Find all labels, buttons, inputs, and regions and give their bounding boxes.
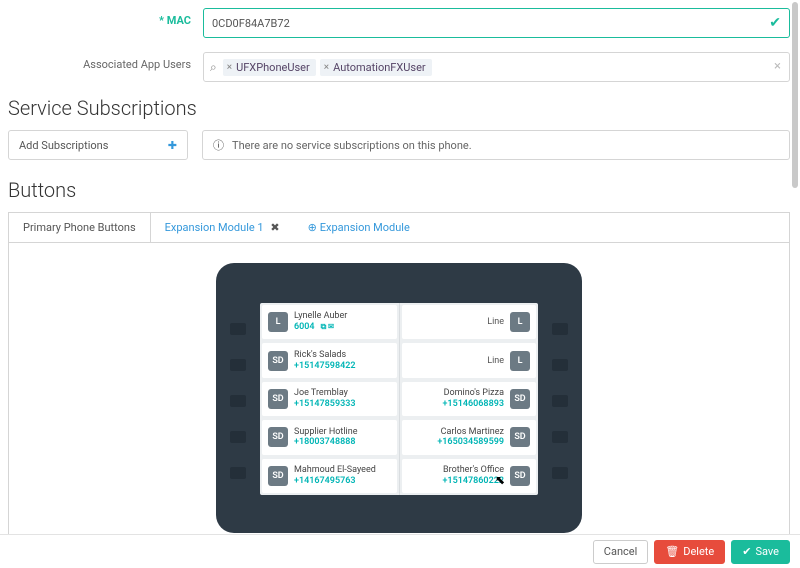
add-subscriptions-button[interactable]: Add Subscriptions ✚ bbox=[8, 130, 188, 160]
line-type-badge: SD bbox=[510, 389, 530, 409]
scrollbar[interactable] bbox=[792, 2, 798, 188]
buttons-tabs: Primary Phone Buttons Expansion Module 1… bbox=[8, 212, 790, 242]
check-icon: ✔ bbox=[769, 15, 781, 31]
phone-button-slot[interactable]: SDJoe Tremblay+15147859333 bbox=[262, 382, 397, 416]
mac-input[interactable] bbox=[212, 17, 759, 30]
tab-primary-buttons[interactable]: Primary Phone Buttons bbox=[9, 213, 151, 242]
plus-circle-icon: ⊕ bbox=[308, 221, 317, 234]
phone-button-slot[interactable]: SDRick's Salads+15147598422 bbox=[262, 343, 397, 377]
phone-hw-button bbox=[230, 395, 246, 407]
tab-add-expansion-module[interactable]: ⊕Expansion Module bbox=[294, 213, 424, 242]
phone-button-slot[interactable]: SDMahmoud El-Sayeed+14167495763 bbox=[262, 459, 397, 493]
user-chip[interactable]: ×UFXPhoneUser bbox=[223, 59, 316, 76]
service-subscriptions-heading: Service Subscriptions bbox=[8, 96, 790, 120]
remove-chip-icon[interactable]: × bbox=[227, 62, 232, 73]
phone-hw-button bbox=[552, 323, 568, 335]
plus-icon: ✚ bbox=[168, 139, 177, 152]
phone-hw-button bbox=[552, 359, 568, 371]
line-type-badge: SD bbox=[510, 427, 530, 447]
phone-hw-button bbox=[230, 431, 246, 443]
check-icon: ✔ bbox=[742, 545, 751, 558]
phone-hw-button bbox=[230, 359, 246, 371]
phone-button-slot[interactable]: Domino's Pizza+15146068893SD bbox=[402, 382, 537, 416]
buttons-heading: Buttons bbox=[8, 178, 790, 202]
mac-label: MAC bbox=[167, 14, 191, 27]
phone-hw-button bbox=[552, 467, 568, 479]
phone-button-slot[interactable]: LLynelle Auber6004 ⧉ ✉ bbox=[262, 305, 397, 339]
cancel-button[interactable]: Cancel bbox=[593, 540, 648, 564]
line-type-badge: SD bbox=[268, 427, 288, 447]
phone-button-slot[interactable]: LineL bbox=[402, 343, 537, 377]
phone-button-slot[interactable]: LineL bbox=[402, 305, 537, 339]
footer-bar: Cancel 🗑Delete ✔Save bbox=[0, 534, 800, 568]
phone-preview: LLynelle Auber6004 ⧉ ✉ SDRick's Salads+15… bbox=[216, 263, 582, 533]
clear-all-icon[interactable]: × bbox=[774, 59, 781, 74]
close-icon[interactable]: ✖ bbox=[268, 221, 280, 234]
trash-icon: 🗑 bbox=[665, 545, 679, 558]
line-type-badge: L bbox=[268, 312, 288, 332]
phone-hw-button bbox=[552, 395, 568, 407]
phone-button-slot[interactable]: Carlos Martinez+165034589599SD bbox=[402, 420, 537, 454]
line-type-badge: SD bbox=[268, 466, 288, 486]
search-icon: ⌕ bbox=[210, 60, 217, 75]
delete-button[interactable]: 🗑Delete bbox=[654, 540, 725, 564]
remove-chip-icon[interactable]: × bbox=[324, 62, 329, 73]
phone-button-slot[interactable]: SDSupplier Hotline+18003748888 bbox=[262, 420, 397, 454]
tab-expansion-module-1[interactable]: Expansion Module 1 ✖ bbox=[151, 213, 294, 242]
line-type-badge: SD bbox=[268, 351, 288, 371]
line-type-badge: SD bbox=[510, 466, 530, 486]
line-type-badge: L bbox=[510, 312, 530, 332]
assoc-users-field[interactable]: ⌕ ×UFXPhoneUser ×AutomationFXUser × bbox=[203, 52, 790, 82]
info-icon: ⓘ bbox=[213, 137, 224, 153]
phone-hw-button bbox=[552, 431, 568, 443]
assoc-users-label: Associated App Users bbox=[8, 52, 203, 71]
phone-hw-button bbox=[230, 467, 246, 479]
phone-hw-button bbox=[230, 323, 246, 335]
subscriptions-empty-msg: ⓘ There are no service subscriptions on … bbox=[202, 130, 790, 160]
phone-button-slot[interactable]: Brother's Office+15147860222SD bbox=[402, 459, 537, 493]
mac-input-wrap[interactable]: ✔ bbox=[203, 8, 790, 38]
line-type-badge: SD bbox=[268, 389, 288, 409]
line-type-badge: L bbox=[510, 351, 530, 371]
user-chip[interactable]: ×AutomationFXUser bbox=[320, 59, 432, 76]
save-button[interactable]: ✔Save bbox=[731, 540, 790, 564]
